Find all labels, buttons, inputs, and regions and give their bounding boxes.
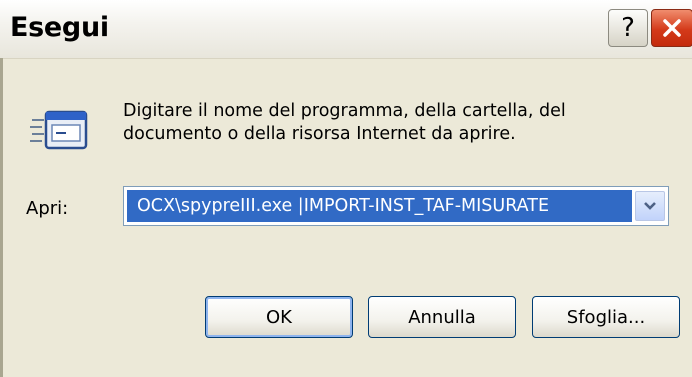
instructions-line-1: Digitare il nome del programma, della ca…: [123, 101, 566, 121]
dropdown-button[interactable]: [635, 191, 665, 221]
cancel-button[interactable]: Annulla: [368, 296, 516, 338]
chevron-down-icon: [644, 202, 656, 210]
instructions-text: Digitare il nome del programma, della ca…: [123, 100, 643, 146]
question-mark-icon: ?: [621, 13, 635, 43]
close-button[interactable]: [651, 9, 692, 47]
browse-button[interactable]: Sfoglia...: [532, 296, 680, 338]
open-field-label: Apri:: [26, 198, 69, 219]
title-bar[interactable]: Esegui ?: [0, 0, 692, 59]
instructions-line-2: documento o della risorsa Internet da ap…: [123, 124, 516, 144]
run-program-icon: [30, 110, 88, 150]
ok-button[interactable]: OK: [205, 296, 353, 338]
open-combobox[interactable]: OCX\spypreIII.exe |IMPORT-INST_TAF-MISUR…: [123, 186, 669, 226]
run-dialog: Esegui ? Digitare il nome del programma,…: [0, 0, 692, 377]
window-border: [0, 58, 3, 377]
close-icon: [663, 19, 681, 37]
window-title: Esegui: [10, 12, 109, 43]
open-input[interactable]: OCX\spypreIII.exe |IMPORT-INST_TAF-MISUR…: [127, 190, 632, 222]
help-button[interactable]: ?: [608, 9, 648, 47]
